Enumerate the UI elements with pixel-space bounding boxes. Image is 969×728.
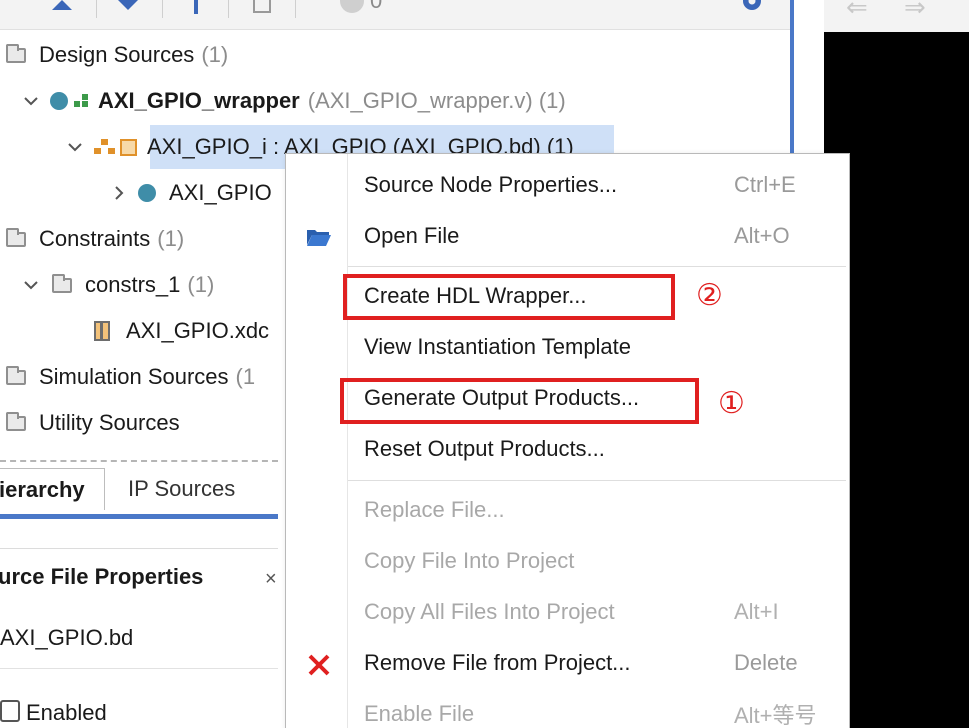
tree-count: (1) xyxy=(187,272,215,297)
remove-x-icon xyxy=(304,650,334,680)
tab-hierarchy[interactable]: ierarchy xyxy=(0,468,105,510)
menu-item-label: View Instantiation Template xyxy=(364,334,632,359)
properties-title: urce File Properties xyxy=(0,564,204,589)
menu-item-label: Copy File Into Project xyxy=(364,548,575,573)
menu-item-label: Replace File... xyxy=(364,497,505,522)
tree-detail: (AXI_GPIO_wrapper.v) (1) xyxy=(307,88,566,113)
status-circle-icon xyxy=(340,0,364,13)
tree-label: constrs_1 xyxy=(85,272,181,297)
module-dot-icon xyxy=(138,184,156,202)
folder-icon xyxy=(6,411,26,431)
toolbar: 0 xyxy=(0,0,790,30)
properties-file-name: AXI_GPIO.bd xyxy=(0,625,134,650)
menu-item-open-file[interactable]: Open File Alt+O xyxy=(348,212,848,260)
menu-item-source-node-properties[interactable]: Source Node Properties... Ctrl+E xyxy=(348,161,848,209)
menu-item-label: Remove File from Project... xyxy=(364,650,631,675)
tree-wrapper[interactable]: AXI_GPIO_wrapper (AXI_GPIO_wrapper.v) (1… xyxy=(22,83,566,119)
tab-ip-sources[interactable]: IP Sources xyxy=(128,476,235,502)
menu-item-shortcut: Delete xyxy=(734,650,798,675)
menu-item-reset-output-products[interactable]: Reset Output Products... xyxy=(348,425,848,473)
add-source-icon[interactable] xyxy=(182,0,210,20)
menu-item-label: Open File xyxy=(364,223,460,248)
chevron-down-icon[interactable] xyxy=(22,276,40,294)
context-menu: Source Node Properties... Ctrl+E Open Fi… xyxy=(285,153,850,728)
highlight-generate-output-products xyxy=(340,378,699,424)
right-toolbar: ⇐ ⇒ xyxy=(824,0,969,32)
tree-count: (1 xyxy=(235,364,256,389)
menu-item-label: Reset Output Products... xyxy=(364,436,605,461)
step-2-label: ② xyxy=(696,279,723,312)
chevron-down-icon[interactable] xyxy=(22,92,40,110)
chevron-right-icon[interactable] xyxy=(110,184,128,202)
tree-label: Simulation Sources xyxy=(39,364,229,389)
menu-item-shortcut: Ctrl+E xyxy=(734,172,796,197)
toolbar-divider xyxy=(96,0,97,18)
chevron-down-icon[interactable] xyxy=(66,138,84,156)
tree-count: (1) xyxy=(201,42,229,67)
properties-divider xyxy=(0,668,278,669)
toolbar-divider xyxy=(228,0,229,18)
highlight-create-hdl-wrapper xyxy=(343,274,675,320)
tree-label: AXI_GPIO_wrapper xyxy=(98,88,300,113)
menu-item-shortcut: Alt+等号 xyxy=(734,703,817,728)
menu-item-copy-all-files-into-project: Copy All Files Into Project Alt+I xyxy=(348,588,848,636)
collapse-up-icon[interactable] xyxy=(48,0,76,20)
enabled-label: Enabled xyxy=(26,700,107,725)
tree-xdc-file[interactable]: AXI_GPIO.xdc xyxy=(94,313,269,349)
forward-arrow-icon[interactable]: ⇒ xyxy=(904,0,926,23)
expand-down-icon[interactable] xyxy=(114,0,142,20)
source-tabs: ierarchy IP Sources xyxy=(0,462,278,518)
top-module-dot-icon xyxy=(50,92,68,110)
tree-design-sources[interactable]: Design Sources (1) xyxy=(6,37,228,73)
tree-label: AXI_GPIO.xdc xyxy=(126,318,270,343)
ip-icon xyxy=(120,138,137,156)
tree-label: AXI_GPIO xyxy=(169,180,272,205)
menu-item-enable-file: Enable File Alt+等号 xyxy=(348,690,848,728)
tree-constrs-1[interactable]: constrs_1 (1) xyxy=(22,267,214,303)
menu-item-label: Copy All Files Into Project xyxy=(364,599,615,624)
tree-count: (1) xyxy=(157,226,185,251)
menu-item-shortcut: Alt+O xyxy=(734,223,790,248)
block-design-icon xyxy=(94,139,116,155)
menu-item-shortcut: Alt+I xyxy=(734,599,779,624)
tree-utility-sources[interactable]: Utility Sources xyxy=(6,405,180,441)
menu-item-view-instantiation-template[interactable]: View Instantiation Template xyxy=(348,323,848,371)
folder-icon xyxy=(6,365,26,385)
close-icon[interactable]: × xyxy=(265,568,277,591)
hierarchy-icon xyxy=(74,94,90,108)
menu-separator xyxy=(348,480,846,481)
step-1-label: ① xyxy=(718,387,745,420)
toolbar-divider xyxy=(162,0,163,18)
folder-icon xyxy=(6,43,26,63)
menu-item-label: Enable File xyxy=(364,701,475,726)
back-arrow-icon[interactable]: ⇐ xyxy=(846,0,868,23)
menu-item-remove-file-from-project[interactable]: Remove File from Project... Delete xyxy=(348,639,848,687)
folder-open-icon xyxy=(304,222,334,252)
count-label: 0 xyxy=(370,0,383,13)
toolbar-divider xyxy=(295,0,296,18)
xdc-file-icon xyxy=(94,321,110,341)
menu-separator xyxy=(348,266,846,267)
tree-constraints[interactable]: Constraints (1) xyxy=(6,221,184,257)
panel-border xyxy=(0,548,278,549)
menu-item-replace-file: Replace File... xyxy=(348,486,848,534)
warning-count[interactable]: 0 xyxy=(340,0,382,14)
tree-label: Constraints xyxy=(39,226,151,251)
gear-icon[interactable] xyxy=(738,0,766,20)
folder-icon xyxy=(6,227,26,247)
menu-item-copy-file-into-project: Copy File Into Project xyxy=(348,537,848,585)
tree-label: Design Sources xyxy=(39,42,195,67)
menu-item-label: Source Node Properties... xyxy=(364,172,618,197)
enabled-checkbox[interactable] xyxy=(0,700,20,722)
tree-child[interactable]: AXI_GPIO xyxy=(110,175,272,211)
document-icon[interactable] xyxy=(248,0,276,20)
folder-icon xyxy=(52,273,72,293)
tree-simulation-sources[interactable]: Simulation Sources (1 xyxy=(6,359,255,395)
tree-label: Utility Sources xyxy=(39,410,180,435)
tab-underline xyxy=(0,514,278,519)
